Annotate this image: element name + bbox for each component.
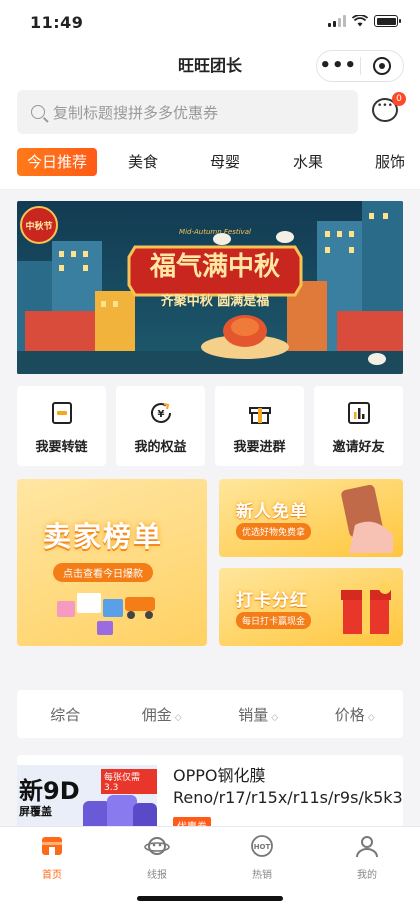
seller-rank-card[interactable]: 卖家榜单 点击查看今日爆款 bbox=[17, 479, 207, 646]
sort-arrows-icon: ◇ bbox=[367, 712, 375, 723]
shopping-illustration bbox=[57, 593, 155, 635]
banner-english: Mid-Autumn Festival bbox=[179, 228, 251, 236]
sort-bar: 综合 佣金 ◇ 销量 ◇ 价格 ◇ bbox=[17, 690, 403, 738]
close-mini-program-button[interactable] bbox=[361, 57, 404, 75]
sort-sales[interactable]: 销量 ◇ bbox=[210, 704, 307, 725]
nav-bar: 旺旺团长 ••• bbox=[0, 44, 420, 88]
new-user-free-card[interactable]: 新人免单 优选好物免费拿 bbox=[219, 479, 403, 557]
quick-action-link[interactable]: 我要转链 bbox=[17, 386, 106, 466]
mid-autumn-banner[interactable]: 中秋节 Mid-Autumn Festival 福气满中秋 齐聚中秋 圆满是福 bbox=[17, 201, 403, 374]
tab-today[interactable]: 今日推荐 bbox=[17, 148, 98, 176]
tab-mine[interactable]: 我的 bbox=[332, 833, 402, 881]
message-button[interactable]: 0 bbox=[370, 92, 406, 124]
category-tabs: 今日推荐 美食 母婴 水果 服饰 bbox=[0, 138, 420, 190]
quick-action-group[interactable]: 我要进群 bbox=[215, 386, 304, 466]
quick-action-invite[interactable]: 邀请好友 bbox=[314, 386, 403, 466]
search-input[interactable]: 复制标题搜拼多多优惠券 bbox=[17, 90, 358, 134]
wifi-icon bbox=[352, 15, 368, 27]
home-indicator bbox=[137, 896, 283, 901]
target-icon bbox=[372, 57, 391, 75]
sort-price[interactable]: 价格 ◇ bbox=[307, 704, 404, 725]
svg-text:HOT: HOT bbox=[254, 843, 271, 851]
link-card-icon bbox=[51, 402, 72, 424]
bottom-tab-bar: 首页 线报 HOT 热销 我的 bbox=[0, 826, 420, 909]
tab-baby[interactable]: 母婴 bbox=[210, 148, 240, 176]
hot-icon: HOT bbox=[251, 835, 273, 857]
status-bar: 11:49 bbox=[0, 0, 420, 44]
search-row: 复制标题搜拼多多优惠券 0 bbox=[0, 88, 420, 138]
banner-illustration: 中秋节 Mid-Autumn Festival 福气满中秋 齐聚中秋 圆满是福 bbox=[17, 201, 403, 374]
status-time: 11:49 bbox=[30, 13, 84, 32]
tab-home[interactable]: 首页 bbox=[17, 833, 87, 881]
battery-icon bbox=[374, 15, 401, 27]
tab-hot[interactable]: HOT 热销 bbox=[227, 833, 297, 881]
product-name: OPPO钢化膜 Reno/r17/r15x/r11s/r9s/k5k3 bbox=[173, 766, 403, 807]
tab-clothing[interactable]: 服饰 bbox=[375, 148, 405, 176]
message-badge: 0 bbox=[392, 92, 406, 106]
user-icon bbox=[356, 836, 378, 858]
banner-subline: 齐聚中秋 圆满是福 bbox=[161, 293, 270, 309]
tab-food[interactable]: 美食 bbox=[128, 148, 158, 176]
tab-fruit[interactable]: 水果 bbox=[293, 148, 323, 176]
system-icons bbox=[328, 15, 401, 27]
banner-headline: 福气满中秋 bbox=[149, 251, 281, 282]
checkin-bonus-card[interactable]: 打卡分红 每日打卡赢现金 bbox=[219, 568, 403, 646]
sort-overall[interactable]: 综合 bbox=[17, 704, 114, 725]
bar-chart-icon bbox=[347, 402, 370, 424]
red-gift-icon bbox=[341, 582, 391, 634]
home-shop-icon bbox=[42, 837, 62, 855]
new-user-subtitle: 优选好物免费拿 bbox=[236, 523, 312, 540]
yen-refresh-icon: ¥ bbox=[150, 403, 171, 423]
tab-deals[interactable]: 线报 bbox=[122, 833, 192, 881]
search-placeholder: 复制标题搜拼多多优惠券 bbox=[53, 103, 219, 122]
quick-action-rights[interactable]: ¥ 我的权益 bbox=[116, 386, 205, 466]
sort-arrows-icon: ◇ bbox=[271, 712, 279, 723]
gift-box-icon bbox=[248, 407, 271, 424]
checkin-title: 打卡分红 bbox=[236, 591, 308, 611]
sort-arrows-icon: ◇ bbox=[174, 712, 182, 723]
seller-rank-title: 卖家榜单 bbox=[43, 520, 164, 553]
search-icon bbox=[31, 105, 45, 119]
signal-icon bbox=[328, 15, 346, 27]
page-title: 旺旺团长 bbox=[177, 56, 242, 75]
checkin-subtitle: 每日打卡赢现金 bbox=[236, 612, 312, 629]
sort-commission[interactable]: 佣金 ◇ bbox=[114, 704, 211, 725]
new-user-title: 新人免单 bbox=[236, 502, 308, 522]
svg-text:¥: ¥ bbox=[157, 409, 164, 420]
mini-program-capsule: ••• bbox=[316, 50, 404, 82]
more-icon[interactable]: ••• bbox=[317, 52, 360, 80]
planet-icon bbox=[144, 837, 170, 855]
quick-actions: 我要转链 ¥ 我的权益 我要进群 邀请好友 bbox=[17, 386, 403, 466]
card-hand-illustration bbox=[341, 485, 393, 553]
banner-badge: 中秋节 bbox=[25, 220, 52, 232]
